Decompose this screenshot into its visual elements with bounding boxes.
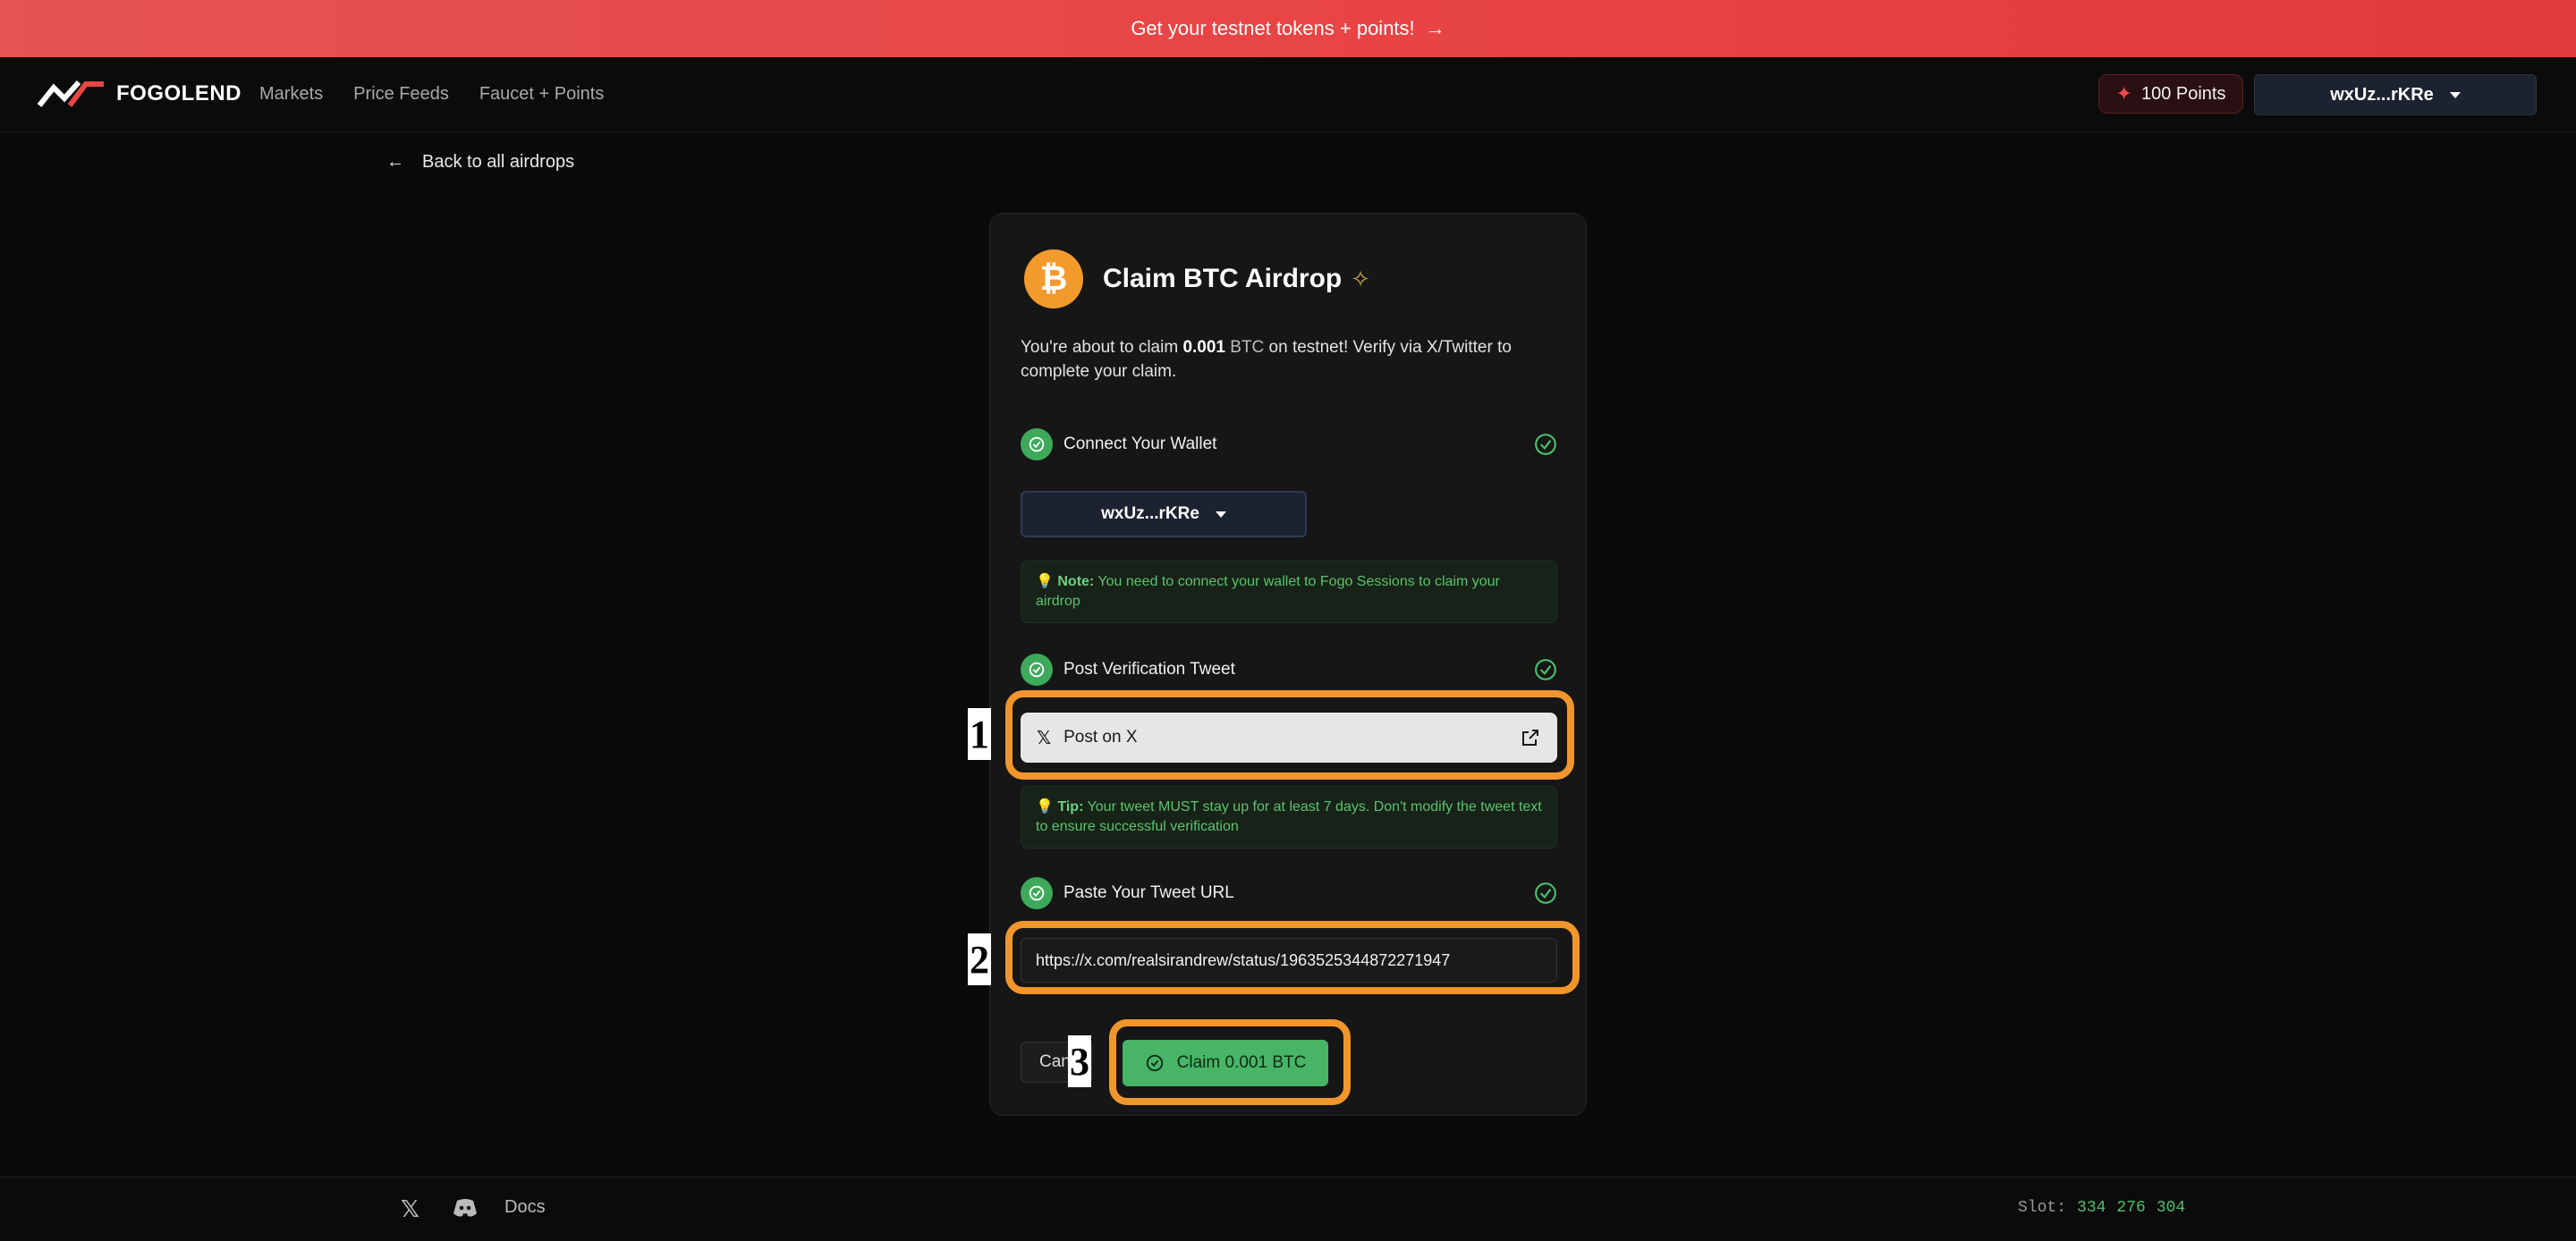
nav-links: Markets Price Feeds Faucet + Points (259, 84, 604, 105)
caret-down-icon (2449, 91, 2461, 98)
card-title: Claim BTC Airdrop (1103, 264, 1343, 293)
annotation-number-3: 3 (1068, 1035, 1091, 1087)
tip-title: Tip: (1057, 799, 1084, 815)
slot-number-part: 276 (2116, 1199, 2146, 1217)
tip-box: 💡 Tip: Your tweet MUST stay up for at le… (1021, 786, 1557, 848)
sparkle-icon: ✦ (2115, 82, 2132, 105)
discord-icon[interactable] (453, 1197, 478, 1219)
promo-banner-text[interactable]: Get your testnet tokens + points! (1131, 17, 1414, 40)
card-wallet-address: wxUz...rKRe (1101, 504, 1199, 523)
x-social-icon[interactable]: 𝕏 (401, 1195, 419, 1223)
slot-number-part: 304 (2156, 1199, 2186, 1217)
slot-label: Slot: (2018, 1199, 2067, 1217)
tip-text: Your tweet MUST stay up for at least 7 d… (1036, 799, 1542, 834)
points-label: 100 Points (2140, 83, 2226, 104)
step-label: Paste Your Tweet URL (1063, 883, 1234, 902)
annotation-box-1 (1005, 690, 1574, 780)
arrow-left-icon: ← (386, 152, 404, 172)
step-label: Post Verification Tweet (1063, 660, 1235, 679)
step-post-tweet: Post Verification Tweet (1021, 654, 1557, 686)
check-circle-icon (1535, 434, 1556, 455)
slot-number-part: 334 (2077, 1199, 2106, 1217)
step-connect-wallet: Connect Your Wallet (1021, 428, 1557, 460)
back-link-label: Back to all airdrops (422, 152, 575, 172)
fogolend-logo-icon (38, 80, 104, 107)
promo-banner[interactable]: Get your testnet tokens + points! → (0, 0, 2576, 57)
card-wallet-button[interactable]: wxUz...rKRe (1021, 491, 1307, 537)
note-title: Note: (1057, 574, 1095, 589)
claim-amount: 0.001 (1182, 338, 1225, 357)
caret-down-icon (1215, 511, 1226, 518)
back-link[interactable]: ← Back to all airdrops (386, 152, 574, 173)
step-paste-url: Paste Your Tweet URL (1021, 877, 1557, 909)
step-check-icon (1021, 428, 1053, 460)
check-circle-icon (1535, 882, 1556, 904)
annotation-number-1: 1 (968, 708, 991, 760)
slot-indicator: Slot: 334 276 304 (2018, 1199, 2185, 1217)
check-circle-icon (1535, 659, 1556, 680)
claim-unit: BTC (1230, 338, 1265, 357)
step-check-icon (1021, 877, 1053, 909)
annotation-box-3 (1109, 1019, 1351, 1105)
annotation-box-2 (1005, 921, 1580, 994)
card-header: ₿ Claim BTC Airdrop ✧ (1024, 249, 1370, 308)
nav-link-price-feeds[interactable]: Price Feeds (353, 84, 449, 105)
bitcoin-icon: ₿ (1024, 249, 1083, 308)
brand-logo[interactable]: FOGOLEND (38, 79, 242, 109)
docs-link[interactable]: Docs (504, 1197, 546, 1218)
annotation-number-2: 2 (968, 933, 991, 985)
wallet-dropdown-button[interactable]: wxUz...rKRe (2254, 74, 2537, 115)
card-description: You're about to claim 0.001 BTC on testn… (1021, 338, 1512, 381)
arrow-right-icon: → (1425, 17, 1445, 39)
footer: 𝕏 Docs Slot: 334 276 304 (0, 1177, 2576, 1241)
note-box: 💡 Note: You need to connect your wallet … (1021, 561, 1557, 623)
brand-name: FOGOLEND (116, 81, 242, 106)
nav-link-faucet-points[interactable]: Faucet + Points (479, 84, 605, 105)
wallet-address: wxUz...rKRe (2330, 84, 2434, 105)
note-text: You need to connect your wallet to Fogo … (1036, 574, 1500, 609)
sparkles-icon: ✧ (1351, 265, 1371, 292)
step-check-icon (1021, 654, 1053, 686)
points-badge[interactable]: ✦ 100 Points (2098, 74, 2243, 114)
nav-link-markets[interactable]: Markets (259, 84, 323, 105)
step-label: Connect Your Wallet (1063, 435, 1217, 453)
